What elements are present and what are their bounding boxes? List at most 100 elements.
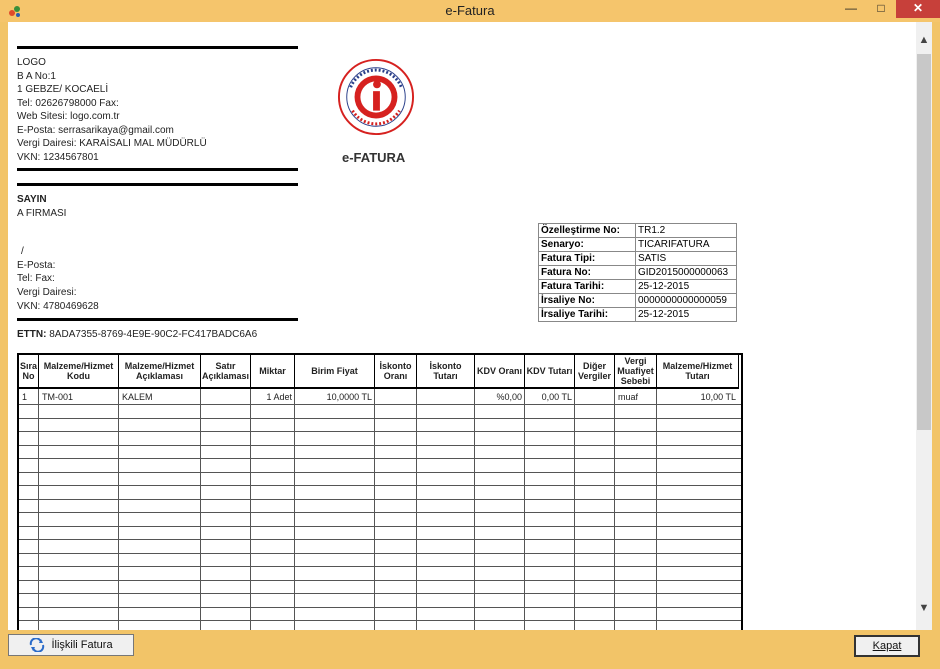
vertical-scrollbar[interactable]: ▲ ▼ <box>916 22 932 630</box>
column-header: Malzeme/Hizmet Kodu <box>39 355 119 389</box>
column-header: Vergi Muafiyet Sebebi <box>615 355 657 389</box>
scroll-thumb[interactable] <box>917 54 931 430</box>
invoice-viewer: LOGO B A No:1 1 GEBZE/ KOCAELİ Tel: 0262… <box>8 22 932 630</box>
column-header: Satır Açıklaması <box>201 355 251 389</box>
info-key: Fatura Tarihi: <box>538 279 636 294</box>
gib-logo-icon <box>337 58 415 136</box>
table-cell <box>378 392 414 403</box>
table-row-line <box>19 593 741 594</box>
table-row-line <box>19 566 741 567</box>
table-row-line <box>19 458 741 459</box>
seller-line: LOGO <box>17 57 46 68</box>
table-row-line <box>19 539 741 540</box>
info-row: Fatura Tipi: SATIS <box>538 251 737 266</box>
table-row-line <box>19 431 741 432</box>
table-row-line <box>19 607 741 608</box>
table-row-line <box>19 499 741 500</box>
minimize-button[interactable]: — <box>838 0 864 18</box>
table-cell: 1 Adet <box>266 392 292 402</box>
info-value: GID2015000000063 <box>635 265 737 280</box>
seller-line: 1 GEBZE/ KOCAELİ <box>17 84 109 95</box>
table-cell: muaf <box>618 392 639 402</box>
invoice-document: LOGO B A No:1 1 GEBZE/ KOCAELİ Tel: 0262… <box>8 22 916 630</box>
column-header: KDV Oranı <box>475 355 525 389</box>
table-row-line <box>19 512 741 513</box>
column-header: Miktar <box>251 355 295 389</box>
column-header: Birim Fiyat <box>295 355 375 389</box>
table-row-line <box>19 472 741 473</box>
info-key: Senaryo: <box>538 237 636 252</box>
ettn-label: ETTN: <box>17 329 47 340</box>
related-invoice-button[interactable]: İlişkili Fatura <box>8 634 134 656</box>
seller-line: Vergi Dairesi: KARAİSALI MAL MÜDÜRLÜ <box>17 138 207 149</box>
column-header: Diğer Vergiler <box>575 355 615 389</box>
title-bar: e-Fatura — □ ✕ <box>0 0 940 22</box>
info-key: İrsaliye No: <box>538 293 636 308</box>
info-value: SATIS <box>635 251 737 266</box>
maximize-button[interactable]: □ <box>868 0 894 18</box>
seller-line: Tel: 02626798000 Fax: <box>17 98 119 109</box>
table-row-line <box>19 526 741 527</box>
buyer-tel: Tel: Fax: <box>17 273 55 284</box>
scroll-up-icon[interactable]: ▲ <box>916 34 932 50</box>
info-key: Özelleştirme No: <box>538 223 636 238</box>
info-row: Senaryo: TICARIFATURA <box>538 237 737 252</box>
table-cell: %0,00 <box>496 392 522 402</box>
info-row: İrsaliye No: 0000000000000059 <box>538 293 737 308</box>
logo-caption: e-FATURA <box>342 150 406 165</box>
column-header: Malzeme/Hizmet Tutarı <box>657 355 739 389</box>
related-invoice-label: İlişkili Fatura <box>51 639 113 651</box>
seller-line: VKN: 1234567801 <box>17 152 99 163</box>
line-items-table: Sıra No Malzeme/Hizmet Kodu Malzeme/Hizmet… <box>17 353 743 630</box>
table-cell: 10,0000 TL <box>326 392 372 402</box>
info-value: 25-12-2015 <box>635 307 737 322</box>
buyer-vkn: VKN: 4780469628 <box>17 301 99 312</box>
info-value: TICARIFATURA <box>635 237 737 252</box>
divider <box>17 46 298 49</box>
column-header: Malzeme/Hizmet Açıklaması <box>119 355 201 389</box>
table-row-line <box>19 553 741 554</box>
refresh-icon <box>30 638 45 652</box>
buyer-email: E-Posta: <box>17 260 56 271</box>
buyer-tax-office: Vergi Dairesi: <box>17 287 77 298</box>
info-row: İrsaliye Tarihi: 25-12-2015 <box>538 307 737 322</box>
invoice-info-table: Özelleştirme No: TR1.2 Senaryo: TICARIFATU… <box>538 223 737 322</box>
close-button[interactable]: Kapat <box>854 635 920 657</box>
buyer-address: / <box>21 246 24 257</box>
table-cell <box>578 392 612 403</box>
scroll-down-icon[interactable]: ▼ <box>916 602 932 618</box>
info-value: TR1.2 <box>635 223 737 238</box>
seller-line: E-Posta: serrasarikaya@gmail.com <box>17 125 174 136</box>
info-value: 0000000000000059 <box>635 293 737 308</box>
info-key: Fatura No: <box>538 265 636 280</box>
column-header: KDV Tutarı <box>525 355 575 389</box>
info-row: Fatura Tarihi: 25-12-2015 <box>538 279 737 294</box>
divider <box>17 183 298 186</box>
column-header: İskonto Tutarı <box>417 355 475 389</box>
ettn-value: 8ADA7355-8769-4E9E-90C2-FC417BADC6A6 <box>49 329 258 340</box>
ettn: ETTN: 8ADA7355-8769-4E9E-90C2-FC417BADC6… <box>17 328 257 342</box>
bottom-bar: İlişkili Fatura Kapat <box>0 630 940 669</box>
table-cell: 1 <box>22 392 28 402</box>
table-cell: 0,00 TL <box>541 392 572 402</box>
table-row-line <box>19 485 741 486</box>
buyer-heading: SAYIN <box>17 194 47 205</box>
column-header: İskonto Oranı <box>375 355 417 389</box>
table-cell: KALEM <box>122 392 153 402</box>
divider <box>17 318 298 321</box>
table-cell <box>420 392 472 403</box>
info-row: Özelleştirme No: TR1.2 <box>538 223 737 238</box>
close-label: Kapat <box>872 640 902 652</box>
table-row-line <box>19 580 741 581</box>
table-row-line <box>19 404 741 405</box>
table-cell: TM-001 <box>42 392 74 402</box>
buyer-name: A FIRMASI <box>17 208 67 219</box>
info-row: Fatura No: GID2015000000063 <box>538 265 737 280</box>
info-key: Fatura Tipi: <box>538 251 636 266</box>
table-row-line <box>19 445 741 446</box>
seller-line: Web Sitesi: logo.com.tr <box>17 111 120 122</box>
seller-line: B A No:1 <box>17 71 56 82</box>
column-header: Sıra No <box>19 355 39 389</box>
table-cell: 10,00 TL <box>700 392 736 402</box>
close-window-button[interactable]: ✕ <box>896 0 940 18</box>
